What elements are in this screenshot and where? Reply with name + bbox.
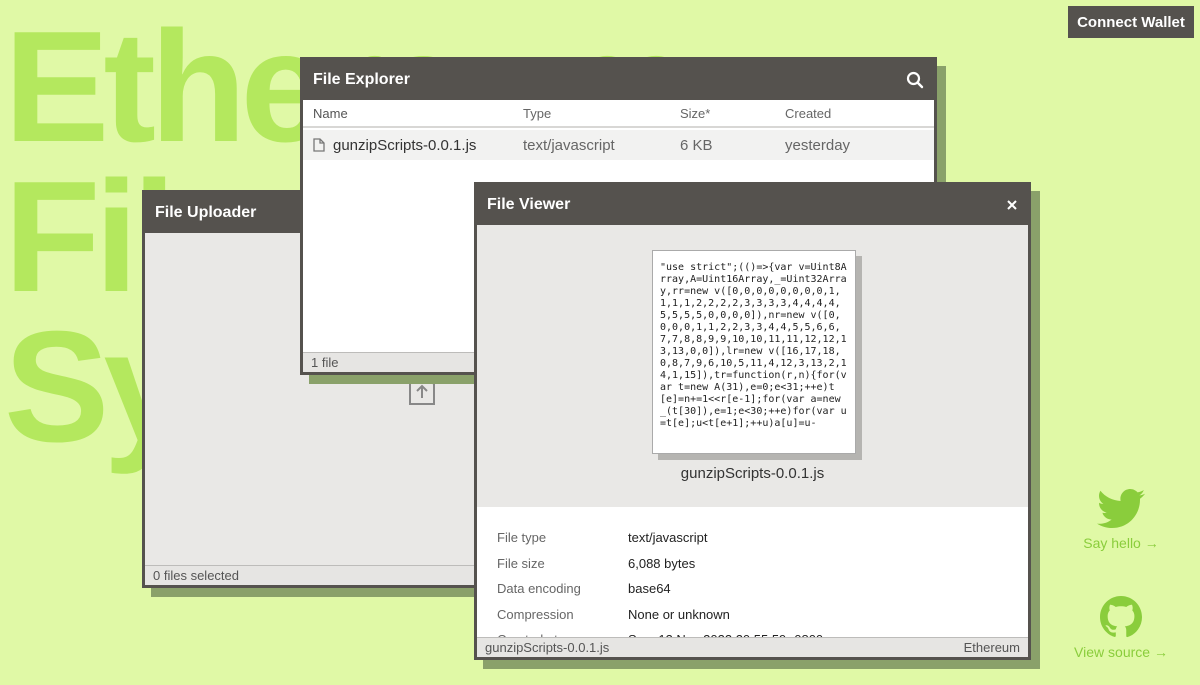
detail-value: base64 xyxy=(628,581,671,597)
github-icon xyxy=(1100,596,1142,638)
column-created[interactable]: Created xyxy=(785,106,831,121)
detail-label: File type xyxy=(497,530,547,546)
detail-label: Data encoding xyxy=(497,581,581,597)
files-selected-count: 0 files selected xyxy=(153,568,239,583)
twitter-link[interactable]: Say hello → xyxy=(1082,489,1160,551)
file-table-header: Name Type Size* Created xyxy=(303,100,934,128)
file-preview: "use strict";(()=>{var v=Uint8Array,A=Ui… xyxy=(477,225,1028,507)
file-name: gunzipScripts-0.0.1.js xyxy=(333,136,477,154)
connect-wallet-button[interactable]: Connect Wallet xyxy=(1068,6,1194,38)
search-icon[interactable] xyxy=(906,71,924,89)
file-type: text/javascript xyxy=(523,136,615,154)
detail-label: Compression xyxy=(497,606,574,622)
file-name-cell: gunzipScripts-0.0.1.js xyxy=(313,137,523,154)
github-link[interactable]: View source → xyxy=(1072,596,1170,660)
file-viewer-titlebar[interactable]: File Viewer xyxy=(477,185,1028,225)
detail-row: File type text/javascript xyxy=(497,525,823,551)
file-explorer-title: File Explorer xyxy=(313,71,410,88)
detail-value: 6,088 bytes xyxy=(628,555,696,571)
viewer-status-file: gunzipScripts-0.0.1.js xyxy=(485,640,610,655)
file-row[interactable]: gunzipScripts-0.0.1.js text/javascript 6… xyxy=(303,130,934,160)
column-name[interactable]: Name xyxy=(313,106,523,121)
file-explorer-titlebar[interactable]: File Explorer xyxy=(303,60,934,100)
file-count: 1 file xyxy=(311,355,339,370)
detail-value: text/javascript xyxy=(628,530,708,546)
preview-file-name: gunzipScripts-0.0.1.js xyxy=(680,465,825,482)
file-uploader-title: File Uploader xyxy=(155,204,257,221)
file-uploader-statusbar: 0 files selected xyxy=(145,565,484,585)
file-icon xyxy=(313,138,325,152)
file-details: File type text/javascript File size 6,08… xyxy=(497,525,823,653)
file-viewer-statusbar: gunzipScripts-0.0.1.js Ethereum xyxy=(477,637,1028,657)
file-created: yesterday xyxy=(785,136,851,154)
detail-label: File size xyxy=(497,555,545,571)
view-source-label: View source → xyxy=(1074,644,1168,660)
say-hello-label: Say hello → xyxy=(1083,535,1159,551)
viewer-status-network: Ethereum xyxy=(963,640,1020,655)
detail-value: None or unknown xyxy=(628,606,730,622)
column-size[interactable]: Size* xyxy=(680,106,785,121)
column-type[interactable]: Type xyxy=(523,106,680,121)
detail-row: File size 6,088 bytes xyxy=(497,551,823,577)
detail-row: Data encoding base64 xyxy=(497,576,823,602)
file-viewer-title: File Viewer xyxy=(487,196,571,213)
twitter-icon xyxy=(1097,489,1145,528)
detail-row: Compression None or unknown xyxy=(497,602,823,628)
close-icon[interactable] xyxy=(1006,199,1018,211)
code-preview: "use strict";(()=>{var v=Uint8Array,A=Ui… xyxy=(652,250,856,454)
file-size: 6 KB xyxy=(680,136,713,154)
file-viewer-window: File Viewer "use strict";(()=>{var v=Uin… xyxy=(474,182,1031,660)
